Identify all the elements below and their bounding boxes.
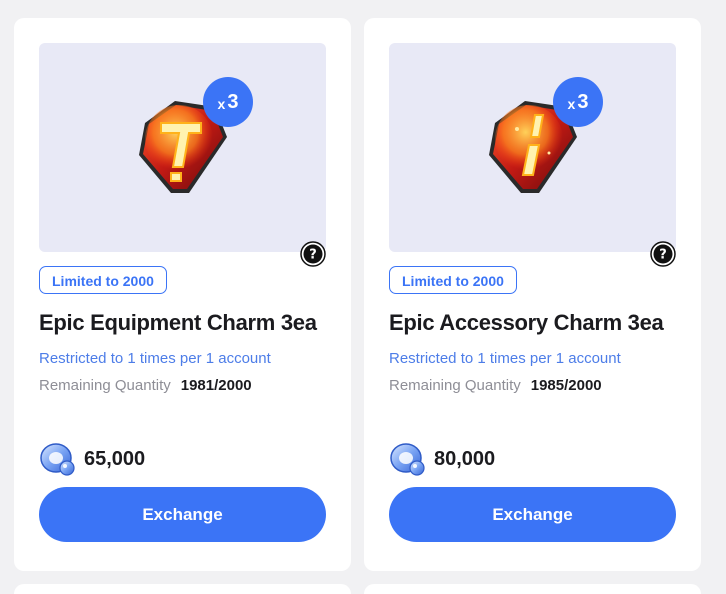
remaining-label: Remaining Quantity (39, 377, 171, 394)
next-card-edge (364, 584, 701, 594)
limit-badge: Limited to 2000 (39, 266, 167, 294)
product-card-epic-accessory: x 3 ? Limited to 2000 Epic Accessory Cha… (364, 18, 701, 571)
blue-gem-currency-icon (390, 443, 425, 476)
price: 65,000 (39, 441, 145, 477)
remaining-value: 1985/2000 (530, 377, 602, 394)
remaining-quantity: Remaining Quantity 1985/2000 (389, 377, 602, 394)
help-icon[interactable]: ? (300, 241, 326, 267)
limit-badge: Limited to 2000 (389, 266, 517, 294)
restriction-text: Restricted to 1 times per 1 account (39, 350, 271, 367)
remaining-value: 1981/2000 (180, 377, 252, 394)
product-title: Epic Accessory Charm 3ea (389, 310, 664, 335)
price-value: 80,000 (434, 447, 496, 470)
product-title: Epic Equipment Charm 3ea (39, 310, 317, 335)
blue-gem-currency-icon (40, 443, 75, 476)
product-card-epic-equipment: x 3 ? Limited to 2000 Epic Equipment Cha… (14, 18, 351, 571)
price: 80,000 (389, 441, 495, 477)
quantity-prefix: x (567, 95, 576, 112)
remaining-label: Remaining Quantity (389, 377, 521, 394)
restriction-text: Restricted to 1 times per 1 account (389, 350, 621, 367)
quantity-badge: x 3 (553, 77, 603, 127)
help-icon[interactable]: ? (650, 241, 676, 267)
svg-text:?: ? (659, 248, 667, 263)
quantity-number: 3 (227, 90, 239, 113)
next-card-edge (14, 584, 351, 594)
price-value: 65,000 (84, 447, 146, 470)
exchange-button[interactable]: Exchange (39, 487, 326, 542)
product-thumbnail: x 3 ? (389, 43, 676, 267)
exchange-button[interactable]: Exchange (389, 487, 676, 542)
quantity-badge: x 3 (203, 77, 253, 127)
quantity-prefix: x (217, 95, 226, 112)
remaining-quantity: Remaining Quantity 1981/2000 (39, 377, 252, 394)
svg-text:?: ? (309, 248, 317, 263)
quantity-number: 3 (577, 90, 589, 113)
product-thumbnail: x 3 ? (39, 43, 326, 267)
